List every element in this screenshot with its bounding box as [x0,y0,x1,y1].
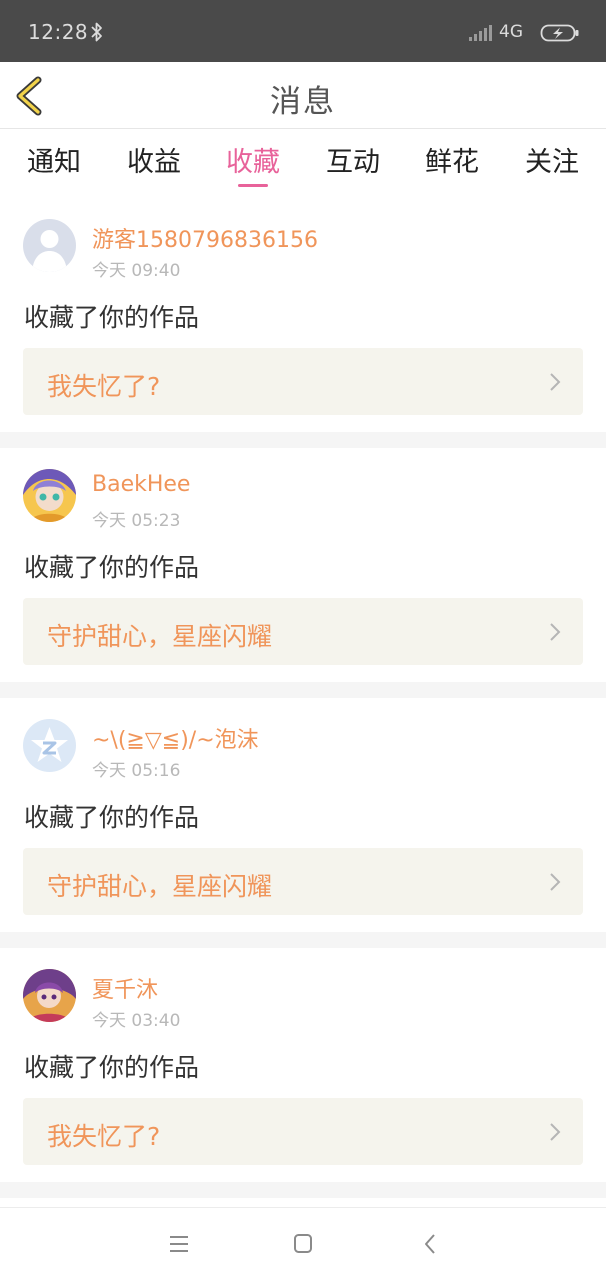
action-text: 收藏了你的作品 [24,1053,200,1082]
chevron-right-icon [550,373,561,391]
page-title: 消息 [270,84,336,120]
work-title: 我失忆了? [47,1122,161,1151]
network-label: 4G [499,22,523,42]
message-time: 今天 03:40 [92,1011,181,1031]
tab-interactions[interactable]: 互动 [313,140,393,179]
home-square-icon[interactable] [290,1232,316,1256]
system-nav-bar [0,1207,606,1280]
message-time: 今天 05:23 [92,511,181,531]
work-title: 守护甜心，星座闪耀 [47,622,273,651]
work-link[interactable]: 我失忆了? [23,348,583,415]
signal-icon [469,25,492,41]
battery-charging-icon [540,24,579,42]
tab-earnings[interactable]: 收益 [114,140,194,179]
work-link[interactable]: 守护甜心，星座闪耀 [23,598,583,665]
status-bar: 12:28 4G [0,0,606,62]
anime-avatar[interactable] [23,969,76,1022]
action-text: 收藏了你的作品 [24,553,200,582]
tab-bar: 通知 收益 收藏 互动 鲜花 关注 [0,130,606,198]
tab-notifications[interactable]: 通知 [14,140,94,179]
message-card: 游客1580796836156 今天 09:40 收藏了你的作品 我失忆了? [0,198,606,432]
separator [0,1182,606,1198]
work-title: 我失忆了? [47,372,161,401]
message-time: 今天 05:16 [92,761,181,781]
username[interactable]: 游客1580796836156 [92,222,318,254]
message-list: 游客1580796836156 今天 09:40 收藏了你的作品 我失忆了? B… [0,198,606,1198]
active-tab-indicator [238,184,268,187]
chevron-right-icon [550,873,561,891]
username[interactable]: 夏千沐 [92,972,158,1004]
separator [0,682,606,698]
anime-avatar[interactable] [23,469,76,522]
app-header: 消息 [0,62,606,129]
status-time: 12:28 [28,20,89,44]
bluetooth-icon [91,22,102,42]
tab-following[interactable]: 关注 [512,140,592,179]
separator [0,932,606,948]
username[interactable]: ~\(≧▽≦)/~泡沫 [92,722,259,754]
chevron-right-icon [550,623,561,641]
work-link[interactable]: 我失忆了? [23,1098,583,1165]
username[interactable]: BaekHee [92,472,190,497]
action-text: 收藏了你的作品 [24,303,200,332]
message-card: BaekHee 今天 05:23 收藏了你的作品 守护甜心，星座闪耀 [0,448,606,682]
message-time: 今天 09:40 [92,261,181,281]
tab-favorites[interactable]: 收藏 [213,140,293,179]
action-text: 收藏了你的作品 [24,803,200,832]
message-card: 夏千沐 今天 03:40 收藏了你的作品 我失忆了? [0,948,606,1182]
default-avatar-icon[interactable] [23,219,76,272]
work-link[interactable]: 守护甜心，星座闪耀 [23,848,583,915]
tab-flowers[interactable]: 鲜花 [412,140,492,179]
qzone-star-avatar-icon[interactable] [23,719,76,772]
work-title: 守护甜心，星座闪耀 [47,872,273,901]
back-triangle-icon[interactable] [418,1232,444,1256]
message-card: ~\(≧▽≦)/~泡沫 今天 05:16 收藏了你的作品 守护甜心，星座闪耀 [0,698,606,932]
separator [0,432,606,448]
chevron-right-icon [550,1123,561,1141]
menu-icon[interactable] [166,1232,192,1256]
